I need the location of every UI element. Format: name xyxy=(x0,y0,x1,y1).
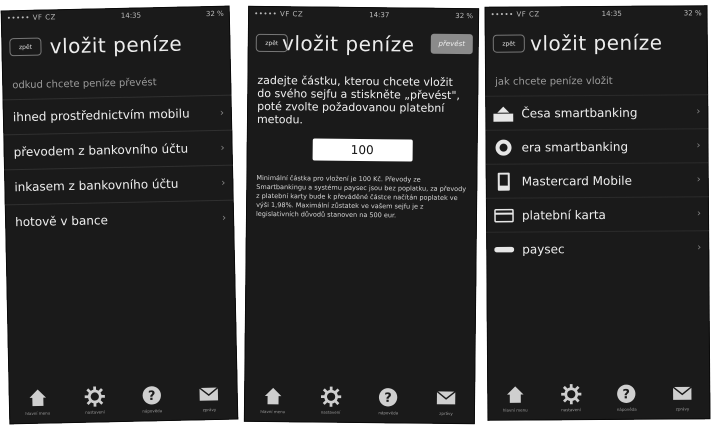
tab-settings[interactable]: nastavení xyxy=(311,385,351,414)
method-label: era smartbanking xyxy=(521,139,629,155)
header: zpět vložit peníze xyxy=(1,22,231,69)
menu-item-label: převodem z bankovního účtu xyxy=(13,141,189,160)
tab-bar: hlavní menu nastavení ? nápověda zprávy xyxy=(244,376,475,424)
chevron-right-icon: › xyxy=(696,208,702,220)
tab-bar: hlavní menu nastavení ? nápověda zprávy xyxy=(487,373,710,421)
method-label: platební karta xyxy=(521,207,606,223)
tab-label: nastavení xyxy=(85,408,105,415)
menu-item-label: hotově v bance xyxy=(14,213,109,230)
home-icon xyxy=(506,385,524,403)
gear-icon xyxy=(84,385,105,407)
mail-icon xyxy=(436,390,456,404)
menu-item-cash[interactable]: hotově v bance › xyxy=(4,199,235,240)
tab-messages[interactable]: zprávy xyxy=(426,386,466,415)
tab-help[interactable]: ? nápověda xyxy=(607,382,647,411)
help-icon: ? xyxy=(142,385,162,405)
method-paysec[interactable]: paysec › xyxy=(486,230,710,266)
menu-item-label: inkasem z bankovního účtu xyxy=(14,176,179,195)
help-icon: ? xyxy=(379,387,398,406)
chevron-right-icon: › xyxy=(696,106,701,118)
menu-item-mobile[interactable]: ihned prostřednictvím mobilu › xyxy=(2,94,233,135)
amount-input[interactable]: 100 xyxy=(312,138,413,162)
carrier-label: ••••• VF CZ xyxy=(254,9,304,19)
tab-messages[interactable]: zprávy xyxy=(189,382,230,412)
menu-item-direct-debit[interactable]: inkasem z bankovního účtu › xyxy=(4,164,234,205)
tab-help[interactable]: ? nápověda xyxy=(368,386,408,415)
paysec-logo-icon xyxy=(494,240,515,258)
status-bar: ••••• VF CZ 14:35 32 % xyxy=(485,5,708,23)
screen-deposit-method: ••••• VF CZ 14:35 32 % zpět vložit peníz… xyxy=(484,5,711,421)
tab-settings[interactable]: nastavení xyxy=(551,383,591,412)
clock: 14:35 xyxy=(601,9,622,18)
era-logo-icon xyxy=(493,138,513,156)
method-era-smartbanking[interactable]: era smartbanking › xyxy=(485,128,709,164)
tab-label: nastavení xyxy=(561,406,581,412)
tab-label: hlavní menu xyxy=(260,408,286,414)
method-label: Česa smartbanking xyxy=(521,105,638,121)
svg-text:?: ? xyxy=(385,390,393,405)
mail-icon xyxy=(672,385,692,400)
method-label: paysec xyxy=(522,241,565,257)
tab-settings[interactable]: nastavení xyxy=(74,385,115,415)
battery-level: 32 % xyxy=(683,9,702,18)
transfer-button[interactable]: převést xyxy=(430,33,473,55)
battery-level: 32 % xyxy=(455,11,474,21)
svg-text:?: ? xyxy=(623,387,631,402)
chevron-right-icon: › xyxy=(221,177,226,189)
section-prompt: odkud chcete peníze převést xyxy=(12,77,157,92)
csob-logo-icon xyxy=(493,104,514,122)
menu-item-label: ihned prostřednictvím mobilu xyxy=(12,106,190,125)
section-prompt: jak chcete peníze vložit xyxy=(495,75,613,88)
tab-home[interactable]: hlavní menu xyxy=(253,384,293,414)
back-button[interactable]: zpět xyxy=(492,34,525,53)
method-mastercard-mobile[interactable]: Mastercard Mobile › xyxy=(485,162,709,198)
header: zpět vložit peníze xyxy=(485,21,708,65)
home-icon xyxy=(29,389,46,406)
fee-note: Minimální částka pro vložení je 100 Kč. … xyxy=(255,173,467,220)
chevron-right-icon: › xyxy=(220,142,225,154)
tab-label: zprávy xyxy=(439,410,453,416)
tab-label: nápověda xyxy=(378,409,399,415)
instruction-text: zadejte částku, kterou chcete vložit do … xyxy=(256,73,461,127)
tab-home[interactable]: hlavní menu xyxy=(17,386,58,416)
tab-label: hlavní menu xyxy=(502,406,528,413)
tab-label: zprávy xyxy=(675,405,690,411)
back-button[interactable]: zpět xyxy=(255,33,288,53)
carrier-label: ••••• VF CZ xyxy=(490,10,540,19)
chevron-right-icon: › xyxy=(219,107,224,119)
tab-label: zprávy xyxy=(202,406,217,412)
menu-item-bank-transfer[interactable]: převodem z bankovního účtu › xyxy=(3,129,233,170)
chevron-right-icon: › xyxy=(697,242,702,254)
tab-label: hlavní menu xyxy=(25,409,51,416)
header: zpět vložit peníze převést xyxy=(248,22,479,66)
battery-level: 32 % xyxy=(205,9,224,19)
screen-deposit-amount: ••••• VF CZ 14:37 32 % zpět vložit peníz… xyxy=(243,5,480,425)
tab-help[interactable]: ? nápověda xyxy=(132,383,173,413)
chevron-right-icon: › xyxy=(696,140,701,152)
back-button[interactable]: zpět xyxy=(9,37,42,57)
svg-text:?: ? xyxy=(148,388,156,403)
gear-icon xyxy=(560,383,581,404)
payment-card-icon xyxy=(494,206,514,224)
tab-messages[interactable]: zprávy xyxy=(662,382,702,411)
chevron-right-icon: › xyxy=(221,212,227,224)
tab-bar: hlavní menu nastavení ? nápověda zprávy xyxy=(8,374,238,425)
carrier-label: ••••• VF CZ xyxy=(6,13,57,23)
help-icon: ? xyxy=(617,384,636,403)
tab-label: nápověda xyxy=(616,406,637,412)
method-csob-smartbanking[interactable]: Česa smartbanking › xyxy=(485,94,709,130)
tab-label: nápověda xyxy=(142,407,163,414)
home-icon xyxy=(264,387,282,404)
screen-deposit-source: ••••• VF CZ 14:35 32 % zpět vložit peníz… xyxy=(0,5,239,425)
clock: 14:35 xyxy=(120,11,142,20)
tab-home[interactable]: hlavní menu xyxy=(495,383,535,412)
gear-icon xyxy=(320,386,341,407)
mail-icon xyxy=(199,386,219,401)
method-label: Mastercard Mobile xyxy=(521,173,633,189)
mastercard-mobile-icon xyxy=(494,172,514,191)
clock: 14:37 xyxy=(369,11,390,20)
method-payment-card[interactable]: platební karta › xyxy=(485,196,710,232)
tab-label: nastavení xyxy=(320,409,341,415)
chevron-right-icon: › xyxy=(696,174,701,186)
